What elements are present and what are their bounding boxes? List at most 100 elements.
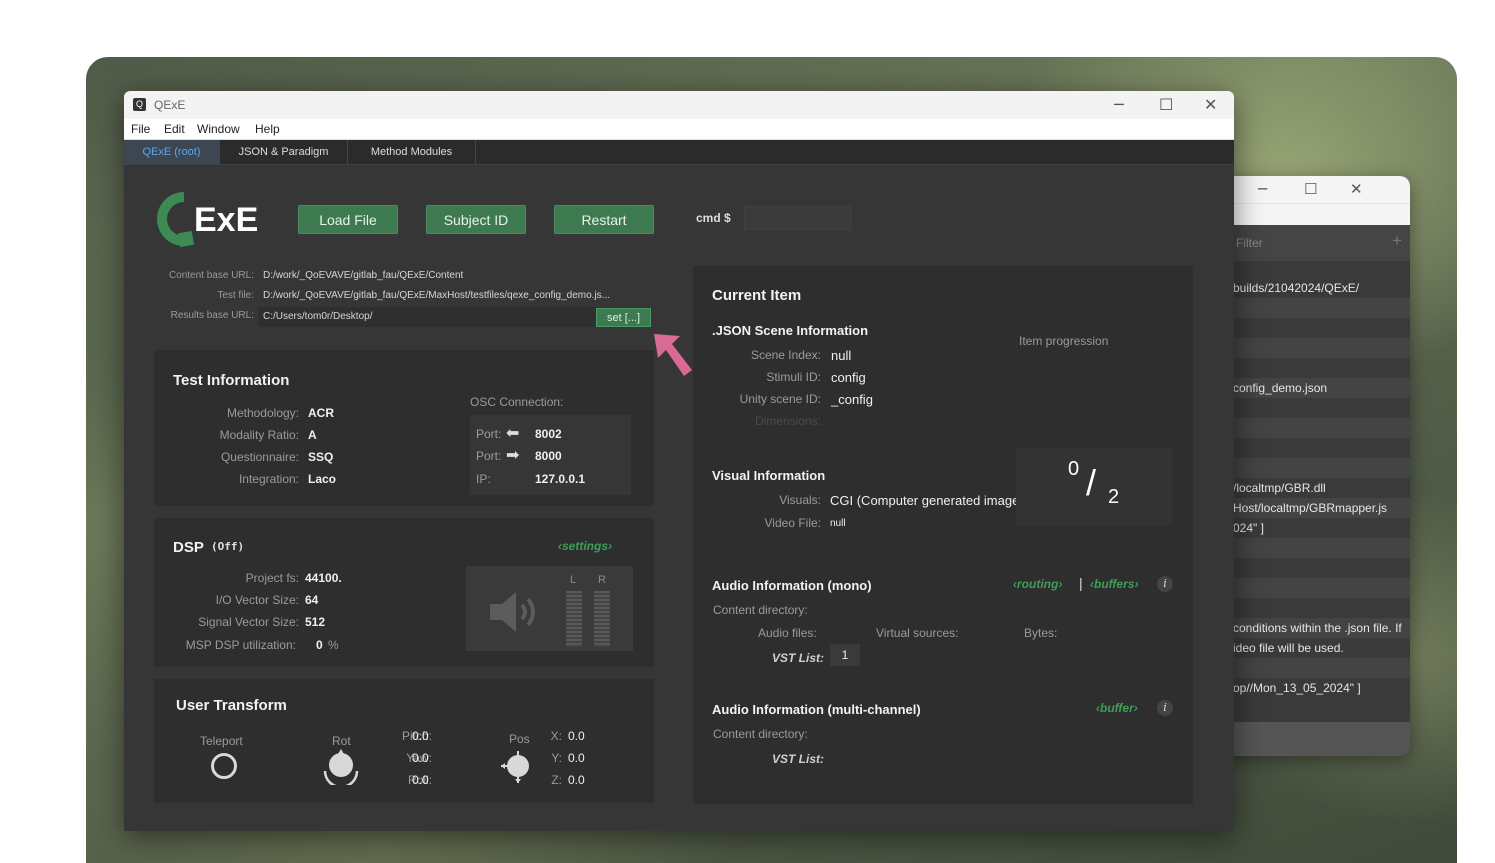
integration-label: Integration: [238,472,299,486]
scene-index-value: null [831,348,852,363]
osc-port-in-value: 8002 [535,427,562,441]
teleport-button[interactable] [211,753,237,779]
scene-index-label: Scene Index: [750,348,821,362]
tab-bar: QExE (root) JSON & Paradigm Method Modul… [124,140,1234,165]
buffer-link[interactable]: ‹buffer› [1096,701,1138,715]
restart-button[interactable]: Restart [554,205,654,234]
x-label: X: [550,729,562,743]
tab-json-paradigm[interactable]: JSON & Paradigm [220,140,348,165]
meter-left-label: L [570,574,577,586]
dsp-settings-link[interactable]: ‹settings› [558,539,612,553]
minimize-icon[interactable]: ─ [1114,95,1124,114]
pos-label: Pos [509,732,530,746]
main-window: Q QExE ─ ☐ ✕ File Edit Window Help QExE … [124,91,1234,831]
annotation-arrow [654,334,692,376]
stimuli-id-label: Stimuli ID: [766,370,821,384]
tab-qexe-root[interactable]: QExE (root) [124,140,220,165]
arrow-left-icon: ⬅ [506,425,520,442]
subject-id-button[interactable]: Subject ID [426,205,526,234]
position-joystick[interactable] [499,749,535,785]
osc-connection-title: OSC Connection: [470,395,564,409]
unity-scene-id-label: Unity scene ID: [739,392,821,406]
progress-total: 2 [1108,486,1120,508]
filter-input[interactable]: Filter [1236,236,1263,250]
progress-slash: / [1086,462,1097,503]
minimize-icon[interactable]: ─ [1258,180,1267,198]
meter-left-bar [566,591,582,647]
io-vector-size-value: 64 [305,593,319,607]
close-icon[interactable]: ✕ [1350,180,1363,198]
window-title: QExE [154,98,186,112]
menu-help[interactable]: Help [255,122,280,136]
routing-link[interactable]: ‹routing› [1013,577,1062,591]
link-separator: | [1079,575,1083,591]
rot-label: Rot [332,734,351,748]
rotation-knob[interactable] [322,749,360,785]
modality-ratio-value: A [308,428,317,442]
test-file-label: Test file: [217,290,254,301]
y-label: Y: [551,751,562,765]
vst-list-value[interactable]: 1 [830,644,860,666]
project-fs-label: Project fs: [245,571,299,585]
user-transform-title: User Transform [176,697,287,714]
test-file-value: D:/work/_QoEVAVE/gitlab_fau/QExE/MaxHost… [263,290,611,301]
maximize-icon[interactable]: ☐ [1159,95,1173,114]
current-item-panel: Current Item .JSON Scene Information Sce… [693,266,1193,804]
osc-port-out-label: Port: [476,449,502,463]
item-progression-label: Item progression [1019,334,1109,348]
methodology-value: ACR [308,406,334,420]
load-file-button[interactable]: Load File [298,205,398,234]
current-item-title: Current Item [712,287,802,304]
vst-list-label: VST List: [772,651,825,665]
user-transform-panel: User Transform Teleport Rot Pitch: 0.0 Y… [154,679,654,803]
content-url-label: Content base URL: [168,270,254,281]
questionnaire-label: Questionnaire: [220,450,299,464]
meter-right-label: R [598,574,606,586]
add-icon[interactable]: + [1392,231,1402,251]
y-value: 0.0 [568,751,585,765]
menu-edit[interactable]: Edit [164,122,185,136]
maximize-icon[interactable]: ☐ [1304,180,1317,198]
visuals-label: Visuals: [779,493,821,507]
audio-mono-title: Audio Information (mono) [712,578,872,593]
visuals-value: CGI (Computer generated imagery) [830,493,1035,508]
signal-vector-size-value: 512 [305,615,326,629]
arrow-right-icon: ➡ [506,447,520,464]
audio-files-label: Audio files: [758,626,817,640]
dsp-title: DSP [173,539,204,556]
dimensions-label: Dimensions: [754,414,821,428]
osc-port-out-value: 8000 [535,449,562,463]
qexe-logo: ExE [156,192,258,248]
project-fs-value: 44100. [305,571,342,585]
cmd-label: cmd $ [696,211,731,225]
close-icon[interactable]: ✕ [1204,95,1217,114]
methodology-label: Methodology: [226,406,299,420]
unity-scene-id-value: _config [831,392,873,407]
content-directory-label: Content directory: [713,603,808,617]
cmd-input[interactable] [744,206,851,230]
audio-mono-info-icon[interactable]: i [1157,576,1173,592]
audio-multichannel-info-icon[interactable]: i [1157,700,1173,716]
x-value: 0.0 [568,729,585,743]
dsp-percent: % [328,638,339,652]
menu-file[interactable]: File [131,122,150,136]
bytes-label: Bytes: [1024,626,1058,640]
stimuli-id-value: config [831,370,866,385]
audio-meter-box: L R [466,566,633,651]
main-content: ExE Load File Subject ID Restart cmd $ C… [124,166,1234,831]
buffers-link[interactable]: ‹buffers› [1090,577,1138,591]
scene-info-title: .JSON Scene Information [712,323,869,338]
test-information-title: Test Information [173,372,290,389]
menubar: File Edit Window Help [124,119,1234,140]
questionnaire-value: SSQ [308,450,334,464]
z-value: 0.0 [568,773,585,787]
content-directory-label-2: Content directory: [713,727,808,741]
app-icon: Q [133,98,146,111]
osc-ip-label: IP: [476,472,491,486]
menu-window[interactable]: Window [197,122,240,136]
set-results-button[interactable]: set [...] [596,308,651,327]
vst-list-label-2: VST List: [772,752,825,766]
roll-value: 0.0 [412,773,429,787]
tab-method-modules[interactable]: Method Modules [348,140,476,165]
dsp-utilization-value: 0 [316,638,323,652]
